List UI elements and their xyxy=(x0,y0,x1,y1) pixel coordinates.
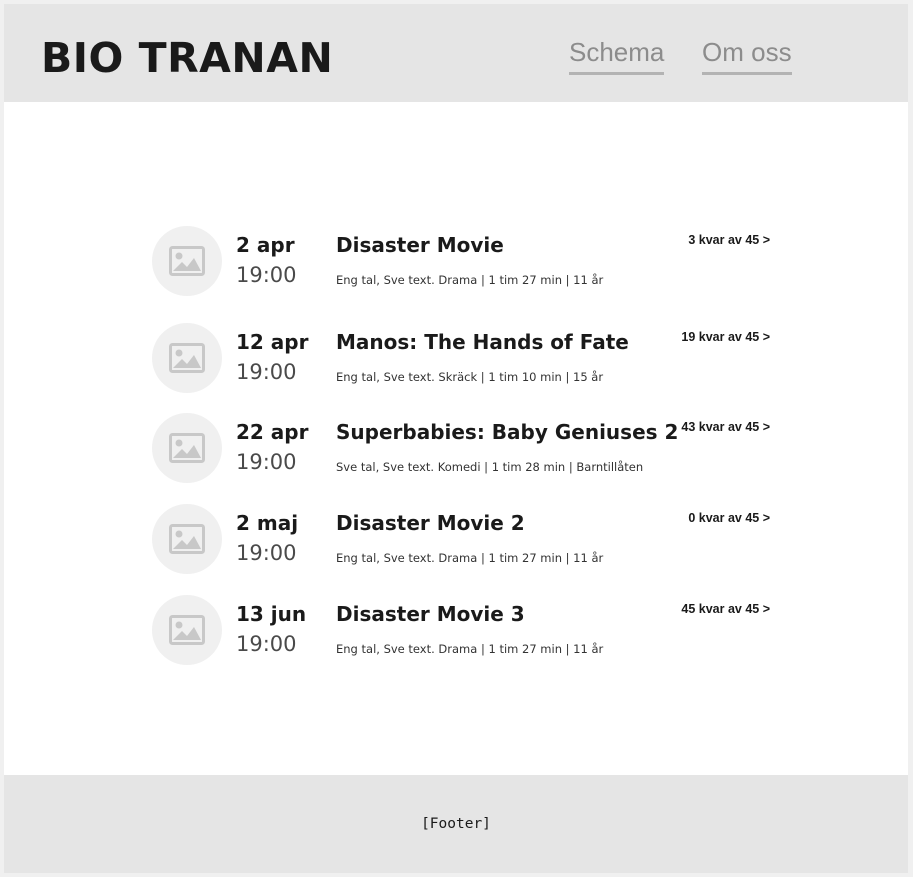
movie-thumbnail xyxy=(152,226,222,296)
nav-link-om-oss[interactable]: Om oss xyxy=(702,36,792,75)
seats-available-link[interactable]: 3 kvar av 45 > xyxy=(688,233,770,248)
screening-time: 19:00 xyxy=(236,632,297,656)
movie-title[interactable]: Superbabies: Baby Geniuses 2 xyxy=(336,420,678,444)
movie-details: Eng tal, Sve text. Drama | 1 tim 27 min … xyxy=(336,273,604,287)
nav-link-schema[interactable]: Schema xyxy=(569,36,665,75)
movie-title[interactable]: Disaster Movie 2 xyxy=(336,511,525,535)
screening-time: 19:00 xyxy=(236,360,297,384)
screening-date: 2 maj xyxy=(236,511,299,535)
screening-row[interactable]: 22 apr 19:00 Superbabies: Baby Geniuses … xyxy=(4,413,908,493)
movie-title[interactable]: Disaster Movie xyxy=(336,233,504,257)
screening-row[interactable]: 12 apr 19:00 Manos: The Hands of Fate En… xyxy=(4,323,908,403)
screening-time: 19:00 xyxy=(236,541,297,565)
screening-date: 12 apr xyxy=(236,330,309,354)
movie-thumbnail xyxy=(152,595,222,665)
movie-details: Eng tal, Sve text. Drama | 1 tim 27 min … xyxy=(336,551,604,565)
main-nav: Schema Om oss xyxy=(4,36,908,78)
site-footer: [Footer] xyxy=(4,775,908,873)
movie-title[interactable]: Manos: The Hands of Fate xyxy=(336,330,629,354)
screening-time: 19:00 xyxy=(236,450,297,474)
screening-date: 13 jun xyxy=(236,602,307,626)
screening-date: 2 apr xyxy=(236,233,295,257)
screening-row[interactable]: 2 apr 19:00 Disaster Movie Eng tal, Sve … xyxy=(4,226,908,306)
image-placeholder-icon xyxy=(169,343,205,373)
image-placeholder-icon xyxy=(169,433,205,463)
image-placeholder-icon xyxy=(169,246,205,276)
seats-available-link[interactable]: 45 kvar av 45 > xyxy=(681,602,770,617)
seats-available-link[interactable]: 19 kvar av 45 > xyxy=(681,330,770,345)
seats-available-link[interactable]: 0 kvar av 45 > xyxy=(688,511,770,526)
movie-details: Eng tal, Sve text. Drama | 1 tim 27 min … xyxy=(336,642,604,656)
movie-details: Sve tal, Sve text. Komedi | 1 tim 28 min… xyxy=(336,460,644,474)
movie-thumbnail xyxy=(152,413,222,483)
screening-date: 22 apr xyxy=(236,420,309,444)
screening-time: 19:00 xyxy=(236,263,297,287)
seats-available-link[interactable]: 43 kvar av 45 > xyxy=(681,420,770,435)
image-placeholder-icon xyxy=(169,615,205,645)
screening-row[interactable]: 13 jun 19:00 Disaster Movie 3 Eng tal, S… xyxy=(4,595,908,675)
image-placeholder-icon xyxy=(169,524,205,554)
movie-title[interactable]: Disaster Movie 3 xyxy=(336,602,525,626)
movie-details: Eng tal, Sve text. Skräck | 1 tim 10 min… xyxy=(336,370,604,384)
screening-list: 2 apr 19:00 Disaster Movie Eng tal, Sve … xyxy=(4,102,908,775)
screening-row[interactable]: 2 maj 19:00 Disaster Movie 2 Eng tal, Sv… xyxy=(4,504,908,584)
page-frame: BIO TRANAN Schema Om oss 2 apr 19:00 Dis… xyxy=(4,4,908,873)
movie-thumbnail xyxy=(152,504,222,574)
movie-thumbnail xyxy=(152,323,222,393)
site-header: BIO TRANAN Schema Om oss xyxy=(4,4,908,102)
footer-placeholder: [Footer] xyxy=(421,816,491,832)
